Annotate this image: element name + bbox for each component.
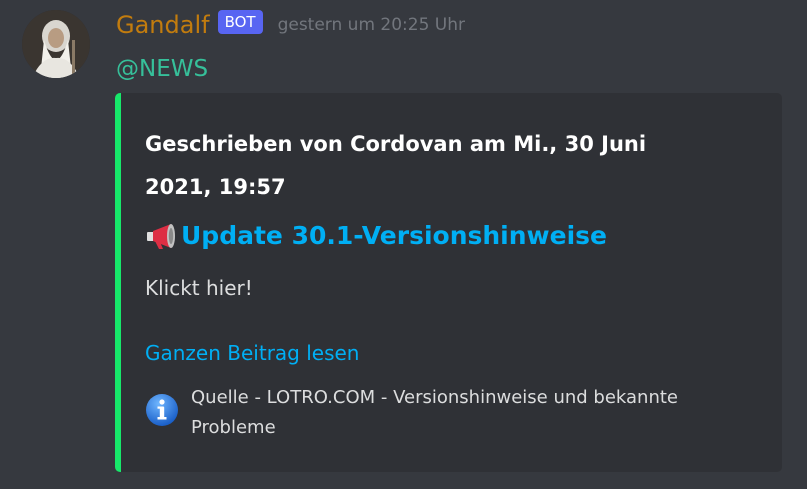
embed-footer: Quelle - LOTRO.COM - Versionshinweise un… bbox=[145, 383, 751, 443]
username[interactable]: Gandalf bbox=[116, 10, 210, 40]
read-full-post-link[interactable]: Ganzen Beitrag lesen bbox=[145, 338, 359, 368]
avatar-image bbox=[22, 10, 90, 78]
embed-footer-text: Quelle - LOTRO.COM - Versionshinweise un… bbox=[191, 387, 678, 438]
megaphone-icon bbox=[147, 224, 175, 249]
message-timestamp: gestern um 20:25 Uhr bbox=[277, 15, 466, 35]
role-mention[interactable]: @NEWS bbox=[116, 54, 208, 84]
embed-title-row[interactable]: Update 30.1-Versionshinweise bbox=[145, 219, 607, 253]
message-header: Gandalf BOT gestern um 20:25 Uhr bbox=[116, 10, 465, 40]
avatar[interactable] bbox=[22, 10, 90, 78]
bot-badge: BOT bbox=[217, 10, 263, 34]
embed-author: Geschrieben von Cordovan am Mi., 30 Juni… bbox=[145, 132, 647, 199]
embed-title[interactable]: Update 30.1-Versionshinweise bbox=[181, 219, 607, 253]
embed-card: Geschrieben von Cordovan am Mi., 30 Juni… bbox=[115, 93, 782, 472]
embed-description: Klickt hier! bbox=[145, 276, 253, 300]
info-icon bbox=[146, 394, 178, 426]
